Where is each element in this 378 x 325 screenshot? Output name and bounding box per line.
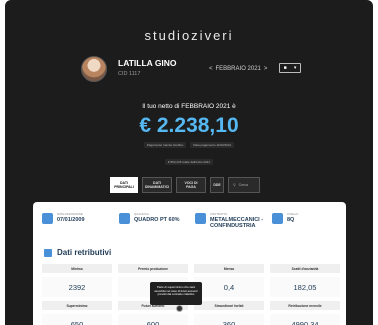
tab-bar: DATI PRINCIPALI DATI DINAMIMATICI VOCI DI … — [110, 177, 260, 193]
tab-voci-di-paga[interactable]: VOCI DI PAGA — [176, 177, 206, 193]
table-header: Retribuzione mensile — [270, 301, 340, 310]
user-id: CID 1117 — [118, 71, 141, 77]
tab-label-line2: PRINCIPALI — [114, 185, 134, 189]
table-cell: 650 — [42, 314, 112, 325]
hire-date-icon — [42, 213, 53, 224]
next-month-button[interactable]: > — [264, 66, 268, 72]
search-placeholder: Cerca — [238, 183, 248, 187]
table-cell: 2392 — [42, 277, 112, 297]
chevron-down-icon: ▾ — [293, 65, 297, 71]
info-label: Qualifica — [134, 212, 149, 216]
contract-icon — [195, 213, 206, 224]
table-header: Scatti d'anzianità — [270, 264, 340, 273]
net-value: € 2.238,10 — [139, 114, 239, 137]
table-header: Mensa — [194, 264, 264, 273]
info-label: Data assunzione — [57, 212, 83, 216]
payment-info: Pagamento tramite bonifico Data pagament… — [5, 142, 373, 148]
tab-label-line1: DATI — [120, 180, 128, 185]
info-qualification: Qualifica QUADRO PT 60% — [119, 212, 180, 224]
info-value: METALMECCANICI - CONFINDUSTRIA — [210, 217, 264, 229]
section-title: Dati retributivi — [57, 248, 112, 257]
search-input[interactable]: ⚲ Cerca — [228, 177, 260, 193]
info-label: Livello — [287, 212, 299, 216]
table-cell: 0,4 — [194, 277, 264, 297]
info-label: Contratto — [210, 212, 228, 216]
info-row: Data assunzione 07/01/2009 Qualifica QUADR… — [33, 202, 346, 240]
qualification-icon — [119, 213, 130, 224]
table-cell: 360 — [194, 314, 264, 325]
tab-label-line1: DATI — [153, 180, 161, 185]
info-value: QUADRO PT 60% — [134, 217, 180, 223]
section-header: Dati retributivi — [44, 248, 111, 257]
table-cell: 4990,34 — [270, 314, 340, 325]
month-navigator: < FEBBRAIO 2021 > — [209, 66, 267, 72]
tab-dati-principali[interactable]: DATI PRINCIPALI — [110, 177, 138, 193]
info-contract: Contratto METALMECCANICI - CONFINDUSTRIA — [195, 212, 270, 229]
info-value: 8Q — [287, 217, 295, 223]
table-header: Minimo — [42, 264, 112, 273]
level-icon — [272, 213, 283, 224]
tab-label-line2: DINAMIMATICI — [144, 185, 170, 189]
tab-label: DDE — [213, 182, 221, 187]
net-total-note-wrap: € 853,236 totale dall'inizio 2021 — [5, 150, 373, 168]
prev-month-button[interactable]: < — [209, 66, 213, 72]
tooltip: Parte di superminimo che sarà assorbita … — [150, 282, 202, 305]
wallet-icon — [44, 248, 52, 257]
net-total-note: € 853,236 totale dall'inizio 2021 — [165, 159, 213, 165]
payment-date: Data pagamento 11/02/2021 — [190, 142, 235, 148]
table-header: Premio produzione — [118, 264, 188, 273]
search-icon: ⚲ — [233, 183, 236, 187]
brand-logo: studioziveri — [144, 28, 234, 43]
info-hire-date: Data assunzione 07/01/2009 — [42, 212, 85, 224]
info-value: 07/01/2009 — [57, 217, 85, 223]
avatar[interactable] — [81, 56, 107, 82]
tab-dati-dinamici[interactable]: DATI DINAMIMATICI — [142, 177, 172, 193]
select-dot: ■ — [283, 65, 287, 71]
main-card: Data assunzione 07/01/2009 Qualifica QUADR… — [33, 202, 346, 325]
month-select-dropdown[interactable]: ■ ▾ — [279, 63, 301, 73]
month-label: FEBBRAIO 2021 — [215, 66, 261, 72]
info-level: Livello 8Q — [272, 212, 298, 224]
table-header: Straordinari forfait — [194, 301, 264, 310]
tab-dde[interactable]: DDE — [210, 177, 224, 193]
table-header: Superminimo — [42, 301, 112, 310]
payment-method: Pagamento tramite bonifico — [143, 142, 187, 148]
info-icon[interactable] — [176, 305, 183, 312]
table-cell: 182,05 — [270, 277, 340, 297]
user-name: LATILLA GINO — [118, 58, 177, 68]
tab-label: VOCI DI PAGA — [184, 180, 198, 190]
net-title: Il tuo netto di FEBBRAIO 2021 è — [142, 103, 236, 110]
table-cell: 600 — [118, 314, 188, 325]
